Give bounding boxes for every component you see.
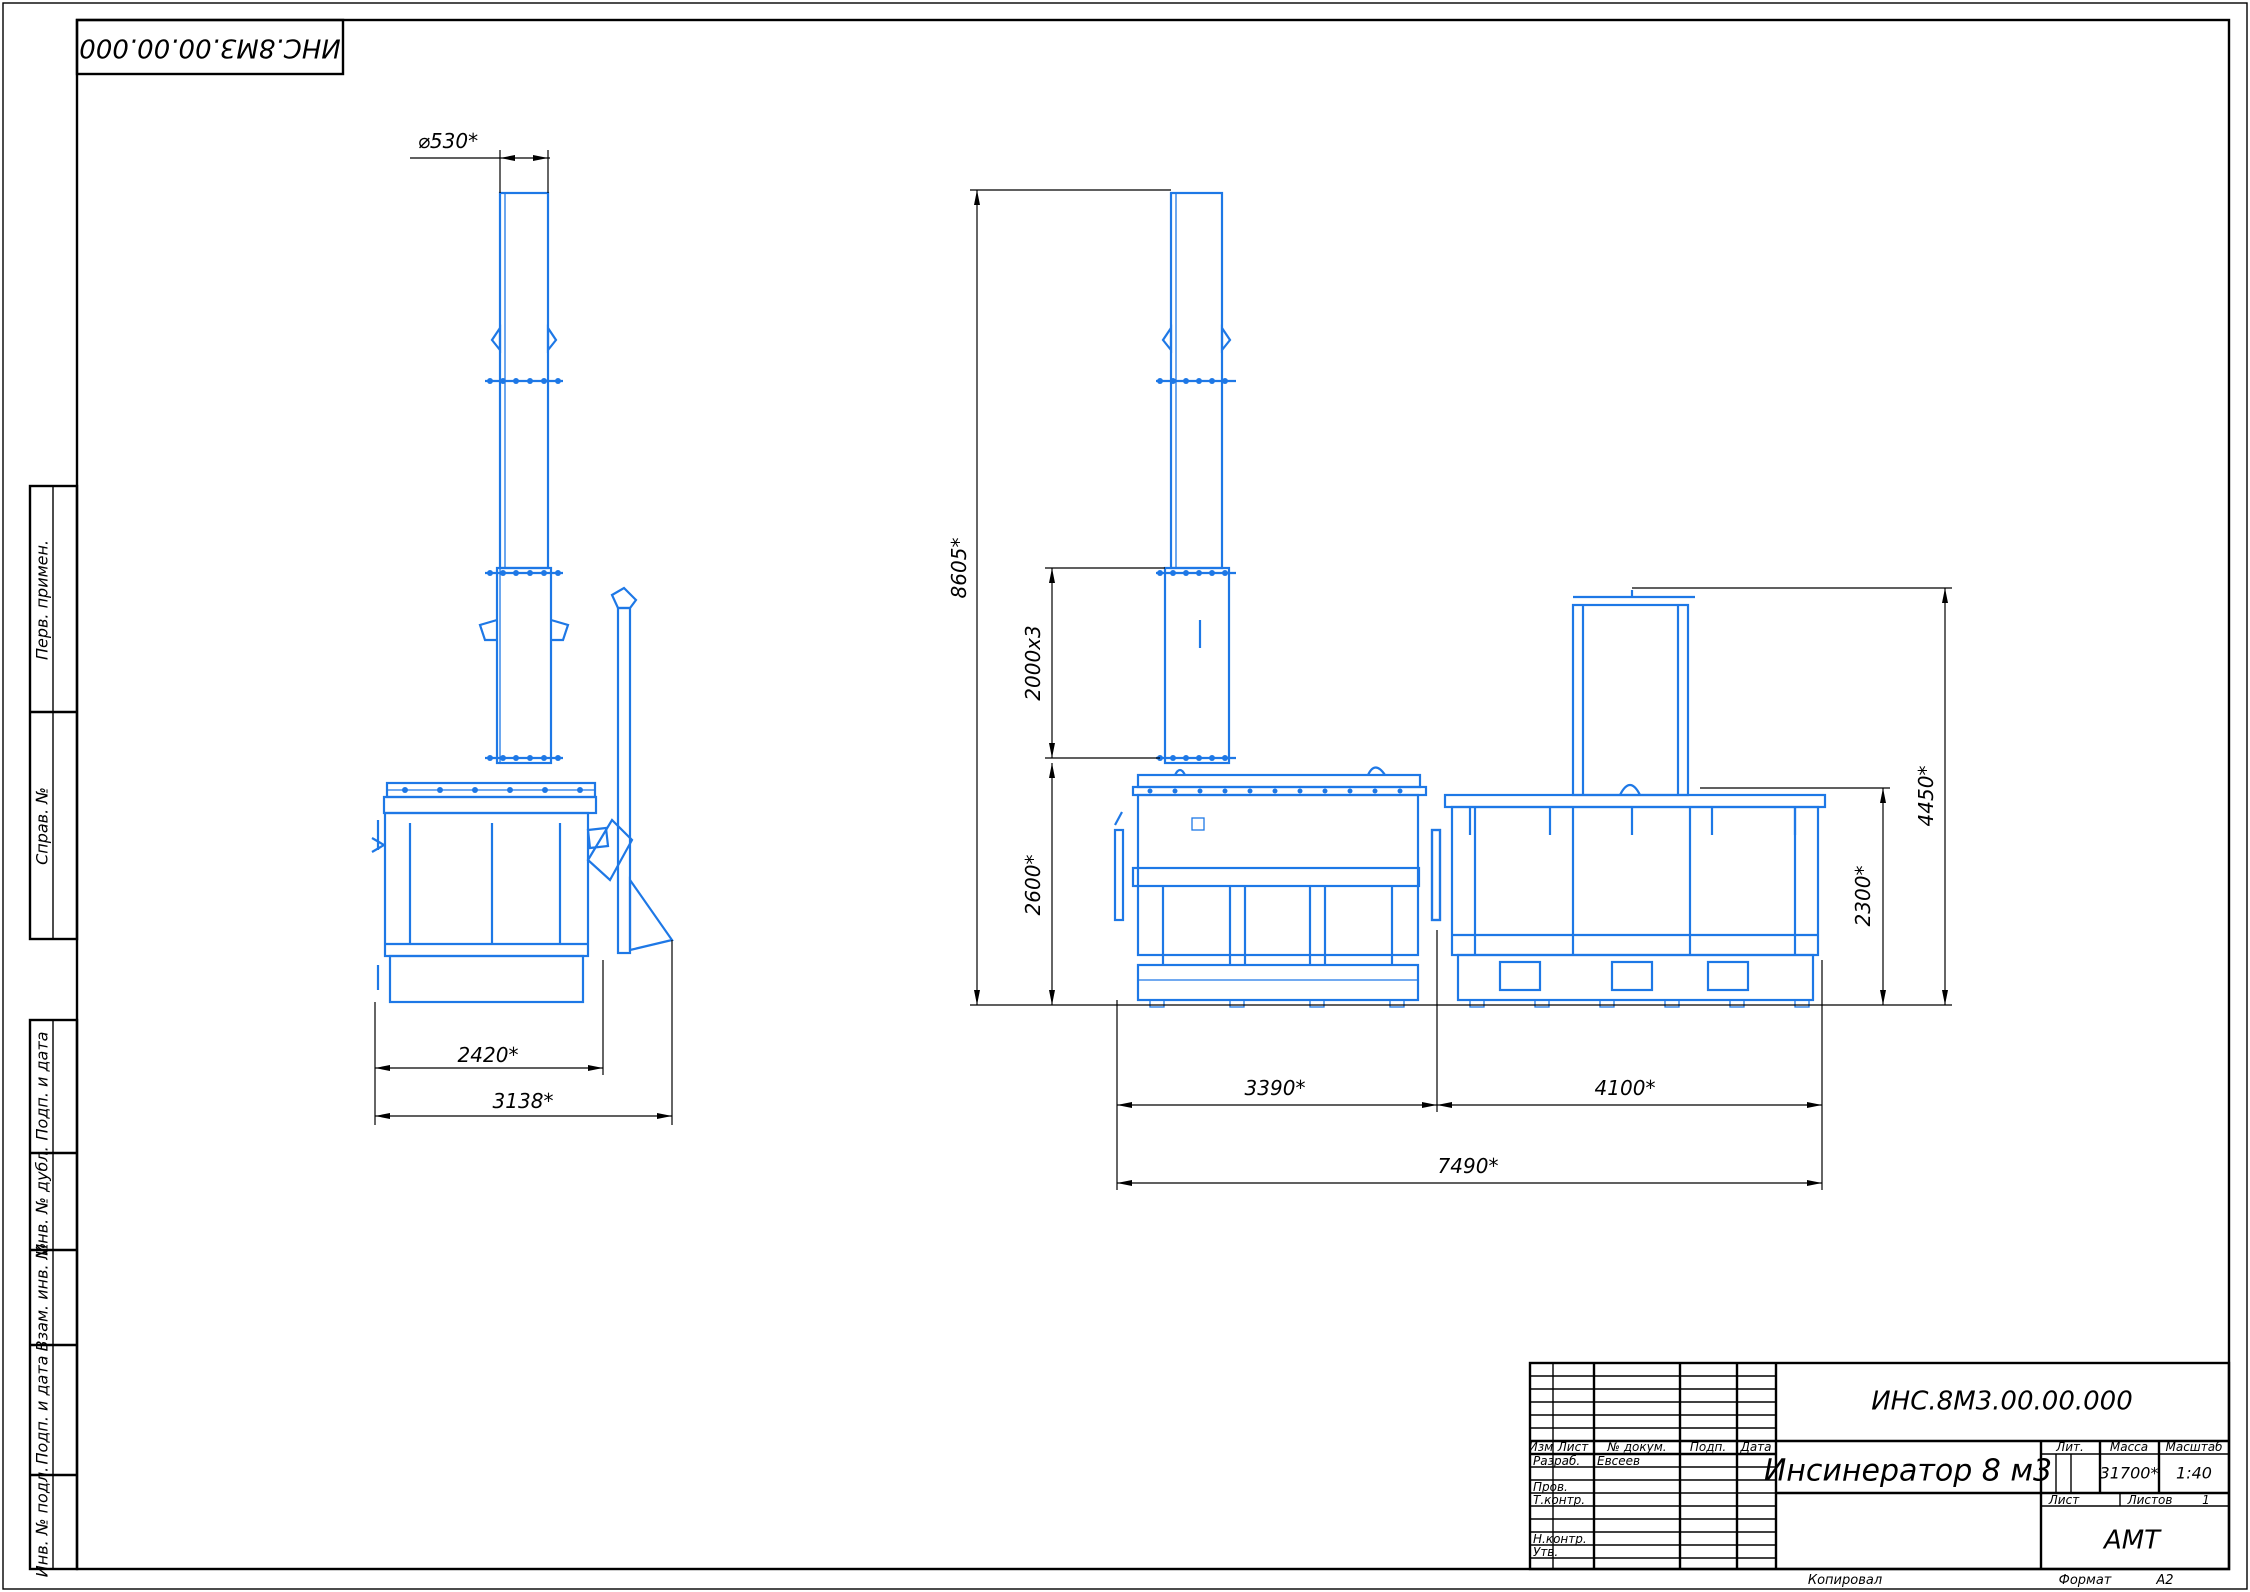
title-org: АМТ <box>2102 1526 2162 1556</box>
side-label-inv-dubl: Инв. № дубл. <box>33 1146 52 1255</box>
dim-right-height-2: 4450* <box>1914 766 1938 827</box>
title-header-list: Лист <box>1557 1440 1589 1454</box>
title-format-label: Формат <box>2059 1573 2112 1588</box>
title-row-tkontr: Т.контр. <box>1533 1493 1585 1507</box>
sheet-outer-border <box>2 2 2248 1590</box>
side-view-chimney-lower <box>495 566 553 765</box>
dim-chimney-sections: 2000х3 <box>1021 625 1045 700</box>
title-developer: Евсеев <box>1597 1454 1640 1468</box>
drawing-sheet: ИНС.8М3.00.00.000 Перв. примен. Справ. №… <box>2 2 2248 1590</box>
dim-chimney-diameter: ⌀530* <box>418 129 478 153</box>
title-row-utv: Утв. <box>1533 1545 1558 1559</box>
side-label-sprav: Справ. № <box>33 787 52 865</box>
dim-body-height: 2600* <box>1021 855 1045 916</box>
front-view-chimney-lower <box>1163 566 1231 765</box>
side-label-perv: Перв. примен. <box>33 540 52 660</box>
dim-left-width-2: 3138* <box>493 1089 554 1113</box>
title-header-date: Дата <box>1739 1440 1771 1454</box>
dim-right-height-1: 2300* <box>1851 866 1875 927</box>
front-view-incinerator <box>1113 191 1442 1008</box>
side-label-podp-2: Подп. и дата <box>33 1356 52 1465</box>
loader-view <box>1430 590 1827 1008</box>
loader-body <box>1450 805 1820 957</box>
dim-width-total: 7490* <box>1438 1154 1499 1178</box>
title-lit-label: Лит. <box>2055 1440 2084 1454</box>
dim-width-b: 4100* <box>1595 1076 1656 1100</box>
title-scale-label: Масштаб <box>2165 1440 2223 1454</box>
side-label-podp-1: Подп. и дата <box>33 1032 52 1141</box>
top-stamp: ИНС.8М3.00.00.000 <box>75 18 345 76</box>
front-view-base <box>1136 963 1420 1002</box>
title-mass-label: Масса <box>2110 1440 2148 1454</box>
title-header-doc: № докум. <box>1606 1440 1666 1454</box>
left-side-strip: Перв. примен. Справ. № Подп. и дата Инв.… <box>28 484 79 1577</box>
title-header-podp: Подп. <box>1690 1440 1726 1454</box>
title-format: А2 <box>2155 1573 2173 1588</box>
title-row-razrab: Разраб. <box>1533 1454 1580 1468</box>
side-label-inv-podl: Инв. № подл. <box>33 1467 52 1577</box>
title-sheets: 1 <box>2202 1493 2210 1507</box>
front-view-body <box>1136 793 1420 957</box>
dimension-lines: ⌀530* 2420* 3138* 8605* 2000х3 2600* 230… <box>374 129 1952 1190</box>
title-row-prov: Пров. <box>1533 1480 1568 1494</box>
title-sheets-label: Листов <box>2127 1493 2173 1507</box>
dim-total-height: 8605* <box>947 538 971 599</box>
side-view-incinerator <box>371 191 674 1004</box>
loader-top-rail <box>1443 793 1827 809</box>
side-label-vzam: Взам. инв. № <box>33 1243 52 1352</box>
title-mass: 31700* <box>2100 1464 2159 1483</box>
dim-left-width-1: 2420* <box>458 1043 519 1067</box>
title-name: Инсинератор 8 м3 <box>1764 1454 2052 1489</box>
title-header-izm: Изм <box>1529 1440 1553 1454</box>
front-view-top-plate <box>1136 773 1422 789</box>
side-view-body <box>383 811 590 958</box>
loader-frame <box>1571 603 1690 797</box>
side-view-loader-post <box>616 606 632 955</box>
title-row-nkontr: Н.контр. <box>1533 1532 1587 1546</box>
side-view-base <box>388 954 585 1004</box>
dim-width-a: 3390* <box>1245 1076 1306 1100</box>
title-sheet-label: Лист <box>2048 1493 2080 1507</box>
title-designation: ИНС.8М3.00.00.000 <box>1871 1387 2133 1417</box>
title-block: ИНС.8М3.00.00.000 Инсинератор 8 м3 Изм Л… <box>1529 1361 2231 1588</box>
title-copied: Копировал <box>1808 1573 1882 1588</box>
title-scale: 1:40 <box>2176 1464 2212 1483</box>
top-stamp-text: ИНС.8М3.00.00.000 <box>79 33 341 63</box>
